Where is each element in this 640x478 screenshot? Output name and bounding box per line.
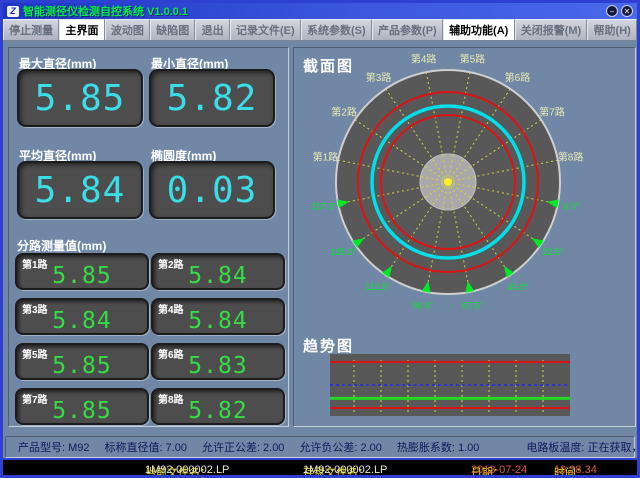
svg-text:第1路: 第1路 <box>313 151 339 164</box>
charts-panel: 截面图 0.0°22.5°45.0°67.5°90.0°112.5°135.0°… <box>293 47 636 427</box>
expansion-coefficient-label: 热膨胀系数: <box>397 442 455 454</box>
minimize-button[interactable]: − <box>606 5 618 17</box>
board-temperature-label: 电路板温度: <box>526 442 584 454</box>
channel-1-display: 第1路5.85 <box>15 253 149 290</box>
close-button[interactable]: ✕ <box>621 5 633 17</box>
max-diameter-value: 5.85 <box>19 71 141 127</box>
channel-4-display: 第4路5.84 <box>151 298 285 335</box>
status-bar: 当前文件名：1M92-000002.LP 存盘文件名：1M92-000002.L… <box>3 458 637 475</box>
plus-tolerance-label: 允许正公差: <box>202 442 260 454</box>
nominal-diameter-value: 7.00 <box>166 442 187 454</box>
svg-text:90.0°: 90.0° <box>413 301 435 311</box>
main-area: 最大直径(mm) 最小直径(mm) 5.85 5.82 平均直径(mm) 椭圆度… <box>3 41 637 434</box>
channel-5-label: 第5路 <box>22 346 48 361</box>
parameter-bar: 产品型号:M92 标称直径值:7.00 允许正公差:2.00 允许负公差:2.0… <box>5 436 635 458</box>
menu-close-alarm[interactable]: 关闭报警(M) <box>515 19 588 40</box>
channel-8-label: 第8路 <box>158 391 184 406</box>
minus-tolerance: 允许负公差: 2.00 <box>299 439 381 455</box>
product-model-label: 产品型号: <box>18 442 65 454</box>
svg-text:第2路: 第2路 <box>331 106 357 119</box>
svg-text:0.0°: 0.0° <box>564 202 581 212</box>
avg-diameter-display: 5.84 <box>17 161 143 219</box>
channel-5-display: 第5路5.85 <box>15 343 149 380</box>
channel-1-label: 第1路 <box>22 256 48 271</box>
board-temperature-value: 正在获取，稍等片刻... <box>587 442 640 454</box>
menu-product-params[interactable]: 产品参数(P) <box>372 19 443 40</box>
menu-wave-chart[interactable]: 波动图 <box>105 19 150 40</box>
menu-main-screen[interactable]: 主界面 <box>59 19 104 40</box>
channel-6-label: 第6路 <box>158 346 184 361</box>
svg-text:第8路: 第8路 <box>558 151 584 164</box>
channel-7-label: 第7路 <box>22 391 48 406</box>
title-bar: Z 智能测径仪检测自控系统 V1.0.0.1 − ✕ <box>3 3 637 19</box>
menu-defect-chart[interactable]: 缺陷图 <box>150 19 195 40</box>
time-value: 10.28.34 <box>554 464 597 476</box>
min-diameter-display: 5.82 <box>149 69 275 127</box>
nominal-diameter-label: 标称直径值: <box>104 442 162 454</box>
channel-3-display: 第3路5.84 <box>15 298 149 335</box>
menu-exit[interactable]: 退出 <box>195 19 229 40</box>
window-title: 智能测径仪检测自控系统 V1.0.0.1 <box>23 3 188 19</box>
expansion-coefficient: 热膨胀系数:1.00 <box>397 439 479 455</box>
board-temperature: 电路板温度:正在获取，稍等片刻... <box>526 439 640 455</box>
nominal-diameter: 标称直径值: 7.00 <box>104 439 186 455</box>
max-diameter-display: 5.85 <box>17 69 143 127</box>
saved-file-value: 1M92-000002.LP <box>303 464 387 476</box>
measurement-panel: 最大直径(mm) 最小直径(mm) 5.85 5.82 平均直径(mm) 椭圆度… <box>8 47 289 427</box>
min-diameter-value: 5.82 <box>151 71 273 127</box>
expansion-coefficient-value: 1.00 <box>458 442 479 454</box>
plus-tolerance-value: 2.00 <box>263 442 284 454</box>
ovality-value: 0.03 <box>151 163 273 219</box>
svg-text:第3路: 第3路 <box>366 71 392 84</box>
channel-7-display: 第7路5.85 <box>15 388 149 425</box>
plus-tolerance: 允许正公差:2.00 <box>202 439 284 455</box>
channel-8-display: 第8路5.82 <box>151 388 285 425</box>
date-value: 2013-07-24 <box>471 464 527 476</box>
menu-bar: 停止测量 主界面 波动图 缺陷图 退出 记录文件(E) 系统参数(S) 产品参数… <box>3 19 637 41</box>
channel-4-label: 第4路 <box>158 301 184 316</box>
channel-2-display: 第2路5.84 <box>151 253 285 290</box>
menu-system-params[interactable]: 系统参数(S) <box>301 19 372 40</box>
channel-2-label: 第2路 <box>158 256 184 271</box>
svg-text:135.0°: 135.0° <box>330 247 357 257</box>
menu-aux-functions[interactable]: 辅助功能(A) <box>443 19 515 40</box>
minus-tolerance-label: 允许负公差: <box>299 442 357 454</box>
svg-text:第5路: 第5路 <box>460 52 486 65</box>
svg-text:22.5°: 22.5° <box>542 247 564 257</box>
app-logo-icon: Z <box>7 6 19 17</box>
current-file-value: 1M92-000002.LP <box>145 464 229 476</box>
menu-record-file[interactable]: 记录文件(E) <box>230 19 301 40</box>
svg-text:第4路: 第4路 <box>411 52 437 65</box>
menu-help[interactable]: 帮助(H) <box>587 19 637 40</box>
channels-section-title: 分路测量值(mm) <box>17 237 106 254</box>
channel-3-label: 第3路 <box>22 301 48 316</box>
app-window: Z 智能测径仪检测自控系统 V1.0.0.1 − ✕ 停止测量 主界面 波动图 … <box>0 0 640 478</box>
svg-text:67.5°: 67.5° <box>462 301 484 311</box>
menu-stop-measure[interactable]: 停止测量 <box>3 19 59 40</box>
section-polar-chart: 0.0° 22.5° 45.0° 67.5° 90.0° 112.5° 135.0° 157.… <box>296 48 608 326</box>
channel-6-display: 第6路5.83 <box>151 343 285 380</box>
avg-diameter-value: 5.84 <box>19 163 141 219</box>
product-model-value: M92 <box>68 442 89 454</box>
svg-text:157.5°: 157.5° <box>311 202 338 212</box>
ovality-display: 0.03 <box>149 161 275 219</box>
trend-chart <box>330 354 570 420</box>
svg-text:45.0°: 45.0° <box>507 282 529 292</box>
svg-text:112.5°: 112.5° <box>365 282 391 292</box>
svg-text:第6路: 第6路 <box>505 71 531 84</box>
minus-tolerance-value: 2.00 <box>361 442 382 454</box>
product-model: 产品型号:M92 <box>18 439 89 455</box>
svg-text:第7路: 第7路 <box>539 106 565 119</box>
trend-view-title: 趋势图 <box>303 335 354 356</box>
